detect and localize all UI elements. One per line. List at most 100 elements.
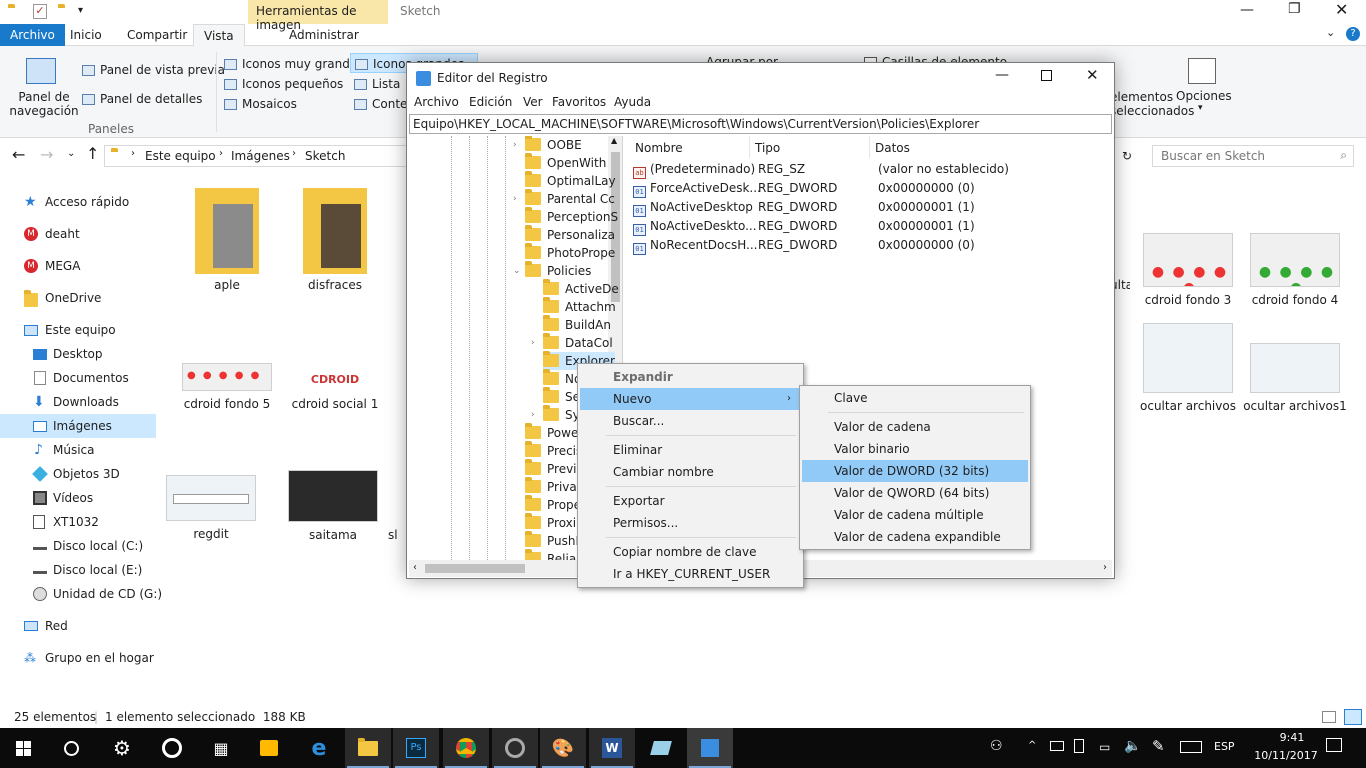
chevron-right-icon[interactable]: › — [513, 194, 517, 204]
chevron-down-icon[interactable]: ⌄ — [513, 266, 521, 276]
file-item[interactable]: disfraces — [280, 188, 390, 292]
chevron-up-icon[interactable]: ^ — [1028, 740, 1036, 751]
nav-red[interactable]: Red — [0, 614, 156, 638]
regedit-minimize-button[interactable]: — — [995, 67, 1009, 83]
store-taskbar-button[interactable] — [246, 728, 292, 768]
layout-extra-large[interactable]: Iconos muy grandes — [224, 57, 363, 71]
large-icons-view-icon[interactable] — [1344, 709, 1362, 725]
layout-tiles[interactable]: Mosaicos — [224, 97, 297, 111]
value-row[interactable]: 01 ForceActiveDesk... REG_DWORD 0x00000000 … — [633, 179, 1103, 198]
value-row[interactable]: 01 NoRecentDocsH... REG_DWORD 0x00000000 (0… — [633, 236, 1103, 255]
nav-xt1032[interactable]: XT1032 — [0, 510, 156, 534]
tree-node[interactable]: Precis — [525, 441, 582, 460]
tree-node[interactable]: Proxin — [525, 513, 584, 532]
calculator-taskbar-button[interactable]: ▦ — [198, 728, 244, 768]
layout-list[interactable]: Lista — [354, 77, 400, 91]
device-icon[interactable] — [1074, 739, 1084, 753]
file-item[interactable]: sl — [388, 470, 408, 542]
tree-node[interactable]: ActiveDe — [543, 279, 619, 298]
breadcrumb-imagenes[interactable]: Imágenes — [231, 149, 290, 163]
tree-node[interactable]: Parental Cc — [525, 189, 615, 208]
navigation-pane-button[interactable]: Panel de navegación — [8, 90, 80, 118]
nav-documentos[interactable]: Documentos — [0, 366, 156, 390]
tree-node[interactable]: No — [543, 369, 581, 388]
regedit-close-button[interactable]: ✕ — [1086, 66, 1099, 84]
nav-este-equipo[interactable]: Este equipo — [0, 318, 156, 342]
submenu-valor-dword[interactable]: Valor de DWORD (32 bits) — [802, 460, 1028, 482]
nav-disco-e[interactable]: Disco local (E:) — [0, 558, 156, 582]
layout-small[interactable]: Iconos pequeños — [224, 77, 343, 91]
menu-edicion[interactable]: Edición — [469, 95, 512, 109]
menu-ayuda[interactable]: Ayuda — [614, 95, 651, 109]
tab-inicio[interactable]: Inicio — [60, 24, 112, 46]
preview-pane-button[interactable]: Panel de vista previa — [82, 63, 225, 77]
submenu-valor-cadena-expandible[interactable]: Valor de cadena expandible — [802, 526, 1028, 548]
start-button[interactable] — [0, 728, 46, 768]
submenu-valor-cadena-multiple[interactable]: Valor de cadena múltiple — [802, 504, 1028, 526]
tree-node[interactable]: Personaliza — [525, 225, 615, 244]
value-row[interactable]: ab (Predeterminado) REG_SZ (valor no establ… — [633, 160, 1103, 179]
nav-unidad-cd[interactable]: Unidad de CD (G:) — [0, 582, 162, 606]
file-item[interactable]: ● ● ● ● ● cdroid fondo 3 — [1133, 233, 1243, 307]
help-icon[interactable]: ? — [1346, 27, 1360, 41]
menu-ver[interactable]: Ver — [523, 95, 543, 109]
menu-item-expandir[interactable]: Expandir — [580, 366, 801, 388]
tree-node[interactable]: Previe — [525, 459, 584, 478]
scroll-left-icon[interactable]: ‹ — [413, 562, 417, 573]
column-header-nombre[interactable]: Nombre — [635, 141, 683, 155]
menu-item-buscar[interactable]: Buscar... — [580, 410, 801, 432]
details-pane-button[interactable]: Panel de detalles — [82, 92, 202, 106]
collapse-ribbon-icon[interactable]: ⌄ — [1326, 26, 1335, 39]
menu-item-nuevo[interactable]: Nuevo › — [580, 388, 801, 410]
tree-node[interactable]: Prope — [525, 495, 581, 514]
explorer-taskbar-button[interactable] — [345, 728, 391, 768]
settings-taskbar-button[interactable]: ⚙ — [99, 728, 145, 768]
file-item[interactable]: ● ● ● ● ● cdroid fondo 4 — [1240, 233, 1350, 307]
nav-deaht[interactable]: Mdeaht — [0, 222, 156, 246]
tab-administrar[interactable]: Administrar — [279, 24, 369, 46]
nav-musica[interactable]: ♪ Música — [0, 438, 156, 462]
tab-archivo[interactable]: Archivo — [0, 24, 65, 46]
groove-taskbar-button[interactable] — [149, 728, 195, 768]
nav-videos[interactable]: Vídeos — [0, 486, 156, 510]
tree-node[interactable]: Reliab — [525, 549, 584, 560]
column-header-datos[interactable]: Datos — [875, 141, 910, 155]
tree-node[interactable]: Privac — [525, 477, 583, 496]
nav-acceso-rapido[interactable]: ★ Acceso rápido — [0, 190, 156, 214]
chrome-taskbar-button[interactable] — [443, 728, 489, 768]
options-button[interactable]: Opciones — [1176, 89, 1232, 103]
navigation-pane-icon[interactable] — [26, 58, 56, 84]
submenu-valor-cadena[interactable]: Valor de cadena — [802, 416, 1028, 438]
nav-disco-c[interactable]: Disco local (C:) — [0, 534, 156, 558]
value-row[interactable]: 01 NoActiveDesktop REG_DWORD 0x00000001 (1) — [633, 198, 1103, 217]
app2-taskbar-button[interactable] — [638, 728, 684, 768]
scrollbar-thumb[interactable] — [425, 564, 525, 573]
tree-node[interactable]: PhotoPrope — [525, 243, 615, 262]
menu-item-copiar-nombre[interactable]: Copiar nombre de clave — [580, 541, 801, 563]
breadcrumb-este-equipo[interactable]: Este equipo — [145, 149, 216, 163]
menu-item-cambiar-nombre[interactable]: Cambiar nombre — [580, 461, 801, 483]
menu-item-permisos[interactable]: Permisos... — [580, 512, 801, 534]
nav-desktop[interactable]: Desktop — [0, 342, 156, 366]
file-item[interactable]: ● ● ● ● ● cdroid fondo 5 — [172, 363, 282, 411]
clock-date[interactable]: 10/11/2017 — [1248, 749, 1324, 762]
quick-access-dropdown-icon[interactable]: ▾ — [78, 5, 83, 16]
column-header-tipo[interactable]: Tipo — [755, 141, 780, 155]
value-row[interactable]: 01 NoActiveDeskto... REG_DWORD 0x00000001 (… — [633, 217, 1103, 236]
language-indicator[interactable]: ESP — [1214, 740, 1235, 753]
tree-node[interactable]: PerceptionS — [525, 207, 618, 226]
menu-favoritos[interactable]: Favoritos — [552, 95, 606, 109]
file-item[interactable]: CDROID cdroid social 1 — [280, 373, 390, 411]
pen-icon[interactable]: ✎ — [1152, 737, 1165, 755]
scroll-right-icon[interactable]: › — [1103, 562, 1107, 573]
search-input[interactable]: Buscar en Sketch ⌕ — [1152, 145, 1354, 167]
notifications-icon[interactable] — [1326, 738, 1342, 752]
tree-node[interactable]: BuildAn — [543, 315, 611, 334]
nav-objetos-3d[interactable]: Objetos 3D — [0, 462, 156, 486]
menu-item-ir-hkcu[interactable]: Ir a HKEY_CURRENT_USER — [580, 563, 801, 585]
tree-node[interactable]: OpenWith — [525, 153, 606, 172]
back-button[interactable]: ← — [12, 145, 25, 164]
word-taskbar-button[interactable]: W — [589, 728, 635, 768]
nav-grupo-hogar[interactable]: ⁂ Grupo en el hogar — [0, 646, 156, 670]
network-icon[interactable]: ▭ — [1099, 740, 1110, 754]
